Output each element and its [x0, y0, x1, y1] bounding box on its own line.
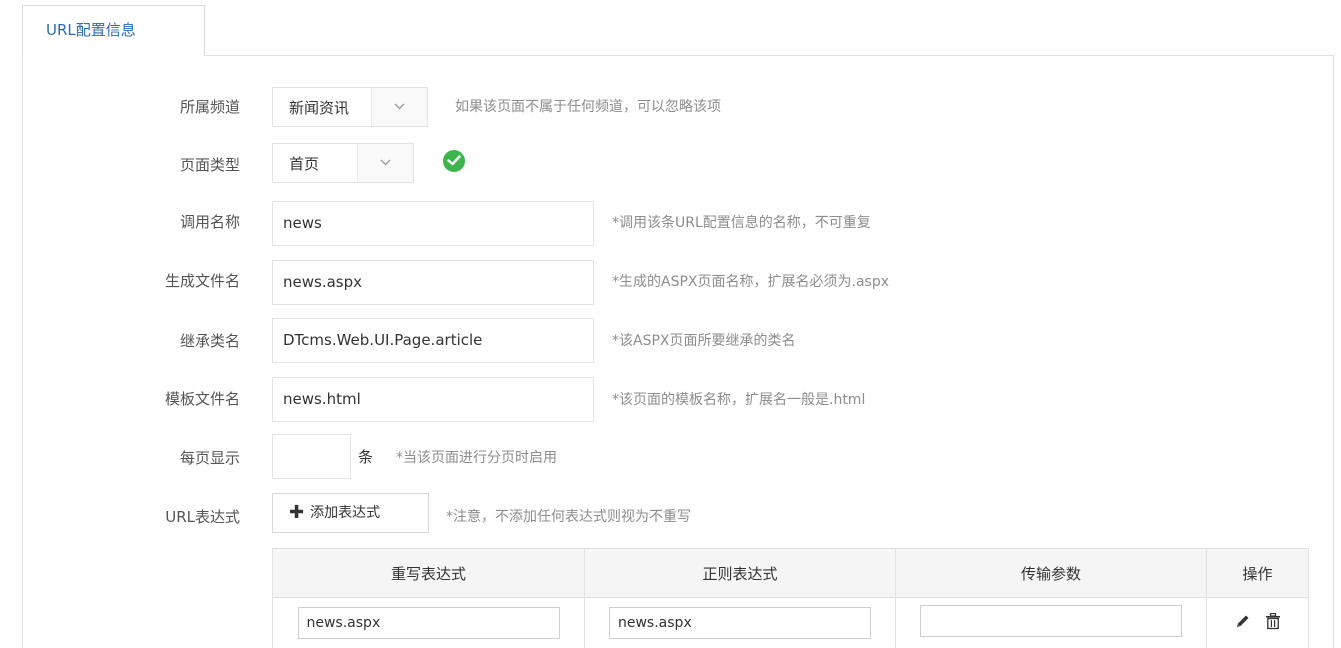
template-file-hint: *该页面的模板名称，扩展名一般是.html: [612, 392, 866, 408]
page-type-select-value: 首页: [289, 155, 320, 173]
channel-select-value: 新闻资讯: [289, 99, 350, 117]
rewrite-cell: news.aspx: [272, 597, 585, 648]
tab-bar: URL配置信息: [0, 0, 1341, 56]
regex-cell: news.aspx: [584, 597, 896, 648]
plus-icon: ✚: [289, 502, 305, 523]
template-file-label: 模板文件名: [164, 390, 240, 408]
chevron-down-icon: [371, 88, 427, 126]
actions-cell: [1206, 597, 1309, 648]
trash-icon[interactable]: [1265, 612, 1281, 634]
url-expr-label: URL表达式: [165, 508, 240, 526]
pencil-icon[interactable]: [1235, 613, 1251, 633]
page-size-hint: *当该页面进行分页时启用: [396, 450, 557, 466]
add-expression-label: 添加表达式: [310, 505, 381, 521]
inherit-class-input[interactable]: DTcms.Web.UI.Page.article: [272, 318, 594, 363]
regex-expression-input[interactable]: news.aspx: [609, 607, 871, 639]
check-circle-icon: [443, 150, 465, 172]
inherit-class-label: 继承类名: [179, 332, 240, 350]
file-name-label: 生成文件名: [164, 272, 240, 290]
page-type-select[interactable]: 首页: [272, 143, 414, 183]
page-type-label: 页面类型: [179, 156, 240, 174]
column-header-rewrite: 重写表达式: [272, 548, 585, 598]
tab-url-config[interactable]: URL配置信息: [22, 5, 205, 56]
table-header-row: 重写表达式 正则表达式 传输参数 操作: [272, 548, 1309, 598]
column-header-regex: 正则表达式: [584, 548, 896, 598]
page-size-unit: 条: [358, 448, 374, 466]
call-name-hint: *调用该条URL配置信息的名称，不可重复: [612, 215, 871, 231]
add-expression-button[interactable]: ✚ 添加表达式: [272, 493, 429, 533]
file-name-input[interactable]: news.aspx: [272, 260, 594, 305]
rewrite-expression-input[interactable]: news.aspx: [297, 607, 560, 639]
params-input[interactable]: [920, 605, 1182, 637]
template-file-input[interactable]: news.html: [272, 377, 594, 422]
column-header-actions: 操作: [1206, 548, 1309, 598]
url-expr-hint: *注意，不添加任何表达式则视为不重写: [446, 509, 691, 525]
inherit-class-hint: *该ASPX页面所要继承的类名: [612, 333, 796, 349]
channel-hint: 如果该页面不属于任何频道，可以忽略该项: [455, 99, 721, 115]
page-size-label: 每页显示: [179, 449, 240, 467]
table-row: news.aspx news.aspx: [272, 597, 1309, 648]
column-header-params: 传输参数: [895, 548, 1207, 598]
call-name-input[interactable]: news: [272, 201, 594, 246]
expression-table: 重写表达式 正则表达式 传输参数 操作 news.aspx news.aspx: [272, 548, 1309, 648]
chevron-down-icon: [357, 144, 413, 182]
channel-label: 所属频道: [179, 98, 240, 116]
channel-select[interactable]: 新闻资讯: [272, 87, 428, 127]
call-name-label: 调用名称: [179, 213, 240, 231]
file-name-hint: *生成的ASPX页面名称，扩展名必须为.aspx: [612, 274, 889, 290]
params-cell: [895, 597, 1207, 648]
page-size-input[interactable]: [272, 434, 351, 479]
